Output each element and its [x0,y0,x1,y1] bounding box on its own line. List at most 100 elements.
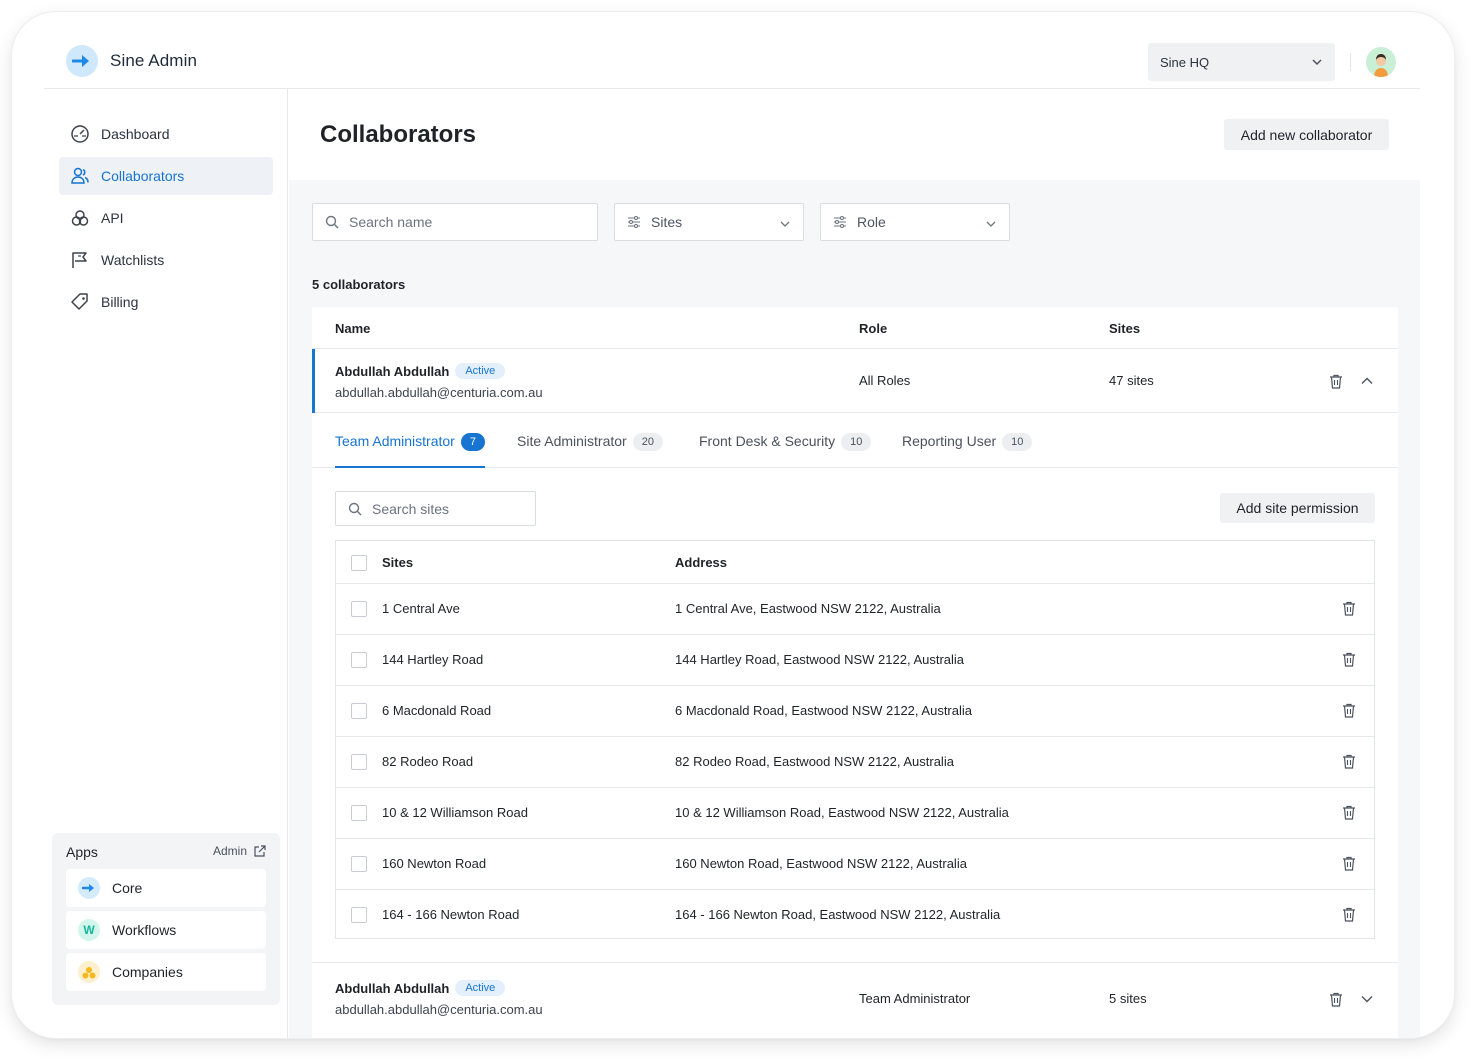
role-tabs: Team Administrator 7 Site Administrator … [312,413,1398,468]
table-row[interactable]: Abdullah Abdullah Active abdullah.abdull… [312,962,1398,1038]
trash-icon[interactable] [1342,652,1358,668]
site-row[interactable]: 160 Newton Road 160 Newton Road, Eastwood… [336,839,1374,890]
trash-icon[interactable] [1327,372,1345,390]
collaborators-table: Name Role Sites Abdullah Abdullah Active… [312,307,1398,1038]
chevron-down-icon[interactable] [1358,990,1376,1008]
collaborators-panel: Search name Sites Role 5 collaborators N… [289,180,1420,1038]
site-address: 82 Rodeo Road, Eastwood NSW 2122, Austra… [675,754,954,769]
row-checkbox[interactable] [351,805,367,821]
tab-label: Reporting User [902,433,997,449]
sidebar-item-dashboard[interactable]: Dashboard [59,115,273,153]
tab-site-administrator[interactable]: Site Administrator 20 [517,433,663,468]
apps-admin-link[interactable]: Admin [213,844,266,858]
trash-icon[interactable] [1342,907,1358,923]
sidebar-item-billing[interactable]: Billing [59,283,273,321]
chevron-down-icon [1312,59,1322,66]
tab-front-desk-security[interactable]: Front Desk & Security 10 [699,433,872,468]
collaborator-email: abdullah.abdullah@centuria.com.au [335,385,543,400]
api-icon [69,207,91,229]
sidebar: Dashboard Collaborators API Watchlists B… [44,89,288,1038]
app-item-companies[interactable]: Companies [66,953,266,991]
table-row[interactable]: Abdullah Abdullah Active abdullah.abdull… [312,348,1398,413]
app-item-label: Core [112,880,143,896]
trash-icon[interactable] [1342,601,1358,617]
select-all-checkbox[interactable] [351,555,367,571]
page-title: Collaborators [320,121,477,148]
trash-icon[interactable] [1342,754,1358,770]
app-item-workflows[interactable]: W Workflows [66,911,266,949]
search-sites-input[interactable]: Search sites [335,491,536,526]
apps-panel: Apps Admin Core W Workflows Companies [52,833,280,1005]
brand[interactable]: Sine Admin [66,45,197,77]
chevron-down-icon [780,221,790,227]
tab-label: Site Administrator [517,433,627,449]
chevron-up-icon[interactable] [1358,372,1376,390]
sidebar-item-label: Collaborators [101,168,185,184]
row-checkbox[interactable] [351,907,367,923]
core-app-icon [78,877,100,899]
site-row[interactable]: 1 Central Ave 1 Central Ave, Eastwood NSW… [336,584,1374,635]
filter-icon [833,216,847,228]
site-row[interactable]: 82 Rodeo Road 82 Rodeo Road, Eastwood NSW… [336,737,1374,788]
row-checkbox[interactable] [351,652,367,668]
column-header-address: Address [675,555,728,570]
tab-label: Front Desk & Security [699,433,836,449]
collaborator-name: Abdullah Abdullah Active [335,980,506,996]
column-header-name: Name [335,321,371,336]
filter-icon [627,216,641,228]
collaborator-name-text: Abdullah Abdullah [335,363,450,379]
collaborator-sites: 47 sites [1109,373,1154,388]
trash-icon[interactable] [1342,856,1358,872]
trash-icon[interactable] [1327,990,1345,1008]
workflows-app-icon: W [78,919,100,941]
add-new-collaborator-button[interactable]: Add new collaborator [1224,119,1389,150]
collaborator-sites: 5 sites [1109,991,1147,1006]
search-name-input[interactable]: Search name [312,203,598,241]
sites-filter-label: Sites [651,214,683,230]
sites-table-header: Sites Address [336,541,1374,584]
avatar[interactable] [1366,47,1396,77]
sidebar-item-label: Dashboard [101,126,170,142]
search-sites-placeholder: Search sites [372,500,450,517]
app-name: Sine Admin [110,51,197,70]
row-checkbox[interactable] [351,856,367,872]
sidebar-item-api[interactable]: API [59,199,273,237]
sites-filter[interactable]: Sites [614,203,804,241]
site-row[interactable]: 10 & 12 Williamson Road 10 & 12 Williamso… [336,788,1374,839]
user-avatar-icon [1366,47,1396,77]
app-item-core[interactable]: Core [66,869,266,907]
site-name: 144 Hartley Road [382,652,484,667]
row-checkbox[interactable] [351,754,367,770]
site-selector[interactable]: Sine HQ [1148,43,1335,81]
app-item-label: Workflows [112,922,177,938]
row-selected-indicator [312,349,315,413]
add-site-permission-button[interactable]: Add site permission [1220,493,1375,523]
tab-reporting-user[interactable]: Reporting User 10 [902,433,1033,468]
sidebar-item-collaborators[interactable]: Collaborators [59,157,273,195]
status-badge: Active [455,363,506,379]
sidebar-item-watchlists[interactable]: Watchlists [59,241,273,279]
row-checkbox[interactable] [351,703,367,719]
site-row[interactable]: 6 Macdonald Road 6 Macdonald Road, Eastwo… [336,686,1374,737]
companies-app-icon [78,961,100,983]
tab-count: 10 [841,433,872,451]
tag-icon [69,291,91,313]
role-filter[interactable]: Role [820,203,1010,241]
search-placeholder: Search name [349,214,433,230]
collaborator-name-text: Abdullah Abdullah [335,980,450,996]
trash-icon[interactable] [1342,805,1358,821]
site-row[interactable]: 164 - 166 Newton Road 164 - 166 Newton Ro… [336,890,1374,941]
site-name: 6 Macdonald Road [382,703,492,718]
top-bar: Sine Admin Sine HQ [44,12,1420,89]
site-name: 82 Rodeo Road [382,754,474,769]
tab-team-administrator[interactable]: Team Administrator 7 [335,433,485,468]
sites-table: Sites Address 1 Central Ave 1 Central Ave… [335,540,1375,939]
trash-icon[interactable] [1342,703,1358,719]
main-content: Collaborators Add new collaborator Searc… [289,89,1420,1038]
site-name: 164 - 166 Newton Road [382,907,520,922]
site-row[interactable]: 144 Hartley Road 144 Hartley Road, Eastwo… [336,635,1374,686]
app-window: Sine Admin Sine HQ Dashboard Collaborato… [12,12,1454,1038]
row-checkbox[interactable] [351,601,367,617]
site-address: 6 Macdonald Road, Eastwood NSW 2122, Aus… [675,703,973,718]
app-item-label: Companies [112,964,183,980]
